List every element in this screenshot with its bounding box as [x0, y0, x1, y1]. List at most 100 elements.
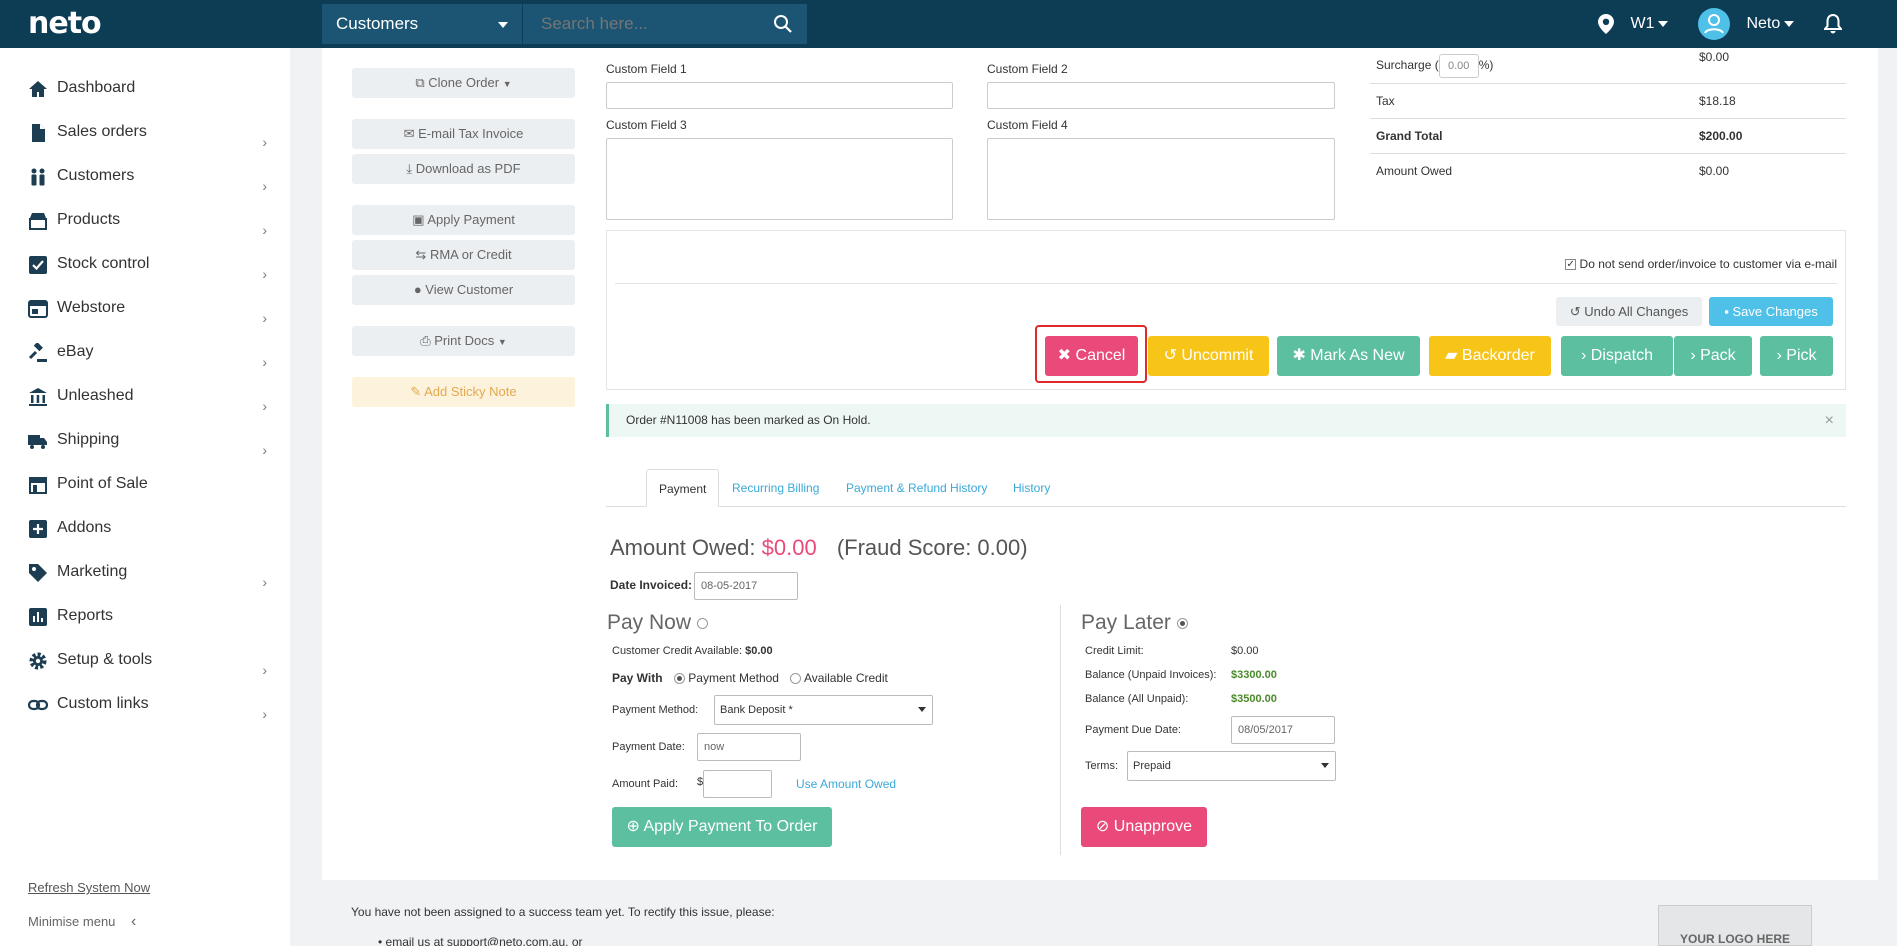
pay-now-radio[interactable]: [696, 617, 708, 629]
view-customer-button[interactable]: ● View Customer: [352, 275, 575, 305]
payment-tabs: Payment Recurring Billing Payment & Refu…: [606, 469, 1846, 507]
sidebar-item-custom-links[interactable]: Custom links ›: [26, 686, 271, 722]
tab-payment-refund-history[interactable]: Payment & Refund History: [834, 469, 999, 507]
date-invoiced-input[interactable]: 08-05-2017: [694, 572, 798, 600]
sidebar-item-marketing[interactable]: Marketing ›: [26, 554, 271, 590]
sidebar-item-label: Dashboard: [57, 79, 136, 96]
top-bar: neto Customers W1 Neto: [0, 0, 1897, 48]
sidebar: Dashboard Sales orders › Customers › Produ…: [0, 48, 290, 946]
sidebar-item-sales-orders[interactable]: Sales orders ›: [26, 114, 271, 150]
pick-button[interactable]: › Pick: [1760, 336, 1833, 376]
search-scope-select[interactable]: Customers: [322, 4, 522, 44]
close-icon[interactable]: ×: [1825, 404, 1834, 437]
payment-method-select[interactable]: Bank Deposit *: [714, 695, 933, 725]
support-email-bullet: • email us at support@neto.com.au, or: [378, 935, 583, 946]
uncommit-button[interactable]: ↺ Uncommit: [1148, 336, 1269, 376]
sidebar-item-unleashed[interactable]: Unleashed ›: [26, 378, 271, 414]
user-menu[interactable]: Neto: [1698, 0, 1795, 48]
clone-order-label: Clone Order: [428, 75, 500, 90]
available-credit-radio[interactable]: [790, 673, 802, 685]
avatar-icon: [1698, 7, 1730, 40]
minimise-menu-button[interactable]: Minimise menu ‹: [28, 913, 136, 931]
bell-icon[interactable]: [1824, 14, 1842, 34]
amount-paid-input[interactable]: [703, 770, 772, 798]
pack-button[interactable]: › Pack: [1674, 336, 1752, 376]
sidebar-item-setup-tools[interactable]: Setup & tools ›: [26, 642, 271, 678]
search-input[interactable]: [522, 4, 807, 44]
print-docs-button[interactable]: ⎙ Print Docs ▼: [352, 326, 575, 356]
sidebar-item-ebay[interactable]: eBay ›: [26, 334, 271, 370]
amount-owed-value: $0.00: [1699, 164, 1730, 178]
sidebar-item-customers[interactable]: Customers ›: [26, 158, 271, 194]
logo-placeholder[interactable]: YOUR LOGO HERE: [1658, 905, 1812, 946]
chevron-right-icon: ›: [262, 134, 267, 150]
people-icon: [31, 168, 45, 186]
refresh-system-link[interactable]: Refresh System Now: [28, 880, 150, 895]
tab-history[interactable]: History: [1001, 469, 1062, 507]
payment-method-radio[interactable]: [673, 673, 685, 685]
chevron-down-icon: [498, 22, 508, 28]
column-divider: [1060, 605, 1061, 855]
use-amount-owed-link[interactable]: Use Amount Owed: [796, 777, 896, 791]
payment-date-input[interactable]: now: [697, 733, 801, 761]
home-icon: [29, 81, 47, 97]
terms-value: Prepaid: [1133, 760, 1171, 772]
balance-unpaid-label: Balance (Unpaid Invoices):: [1085, 669, 1217, 681]
chart-icon: [29, 608, 47, 626]
sidebar-item-addons[interactable]: Addons: [26, 510, 271, 546]
no-email-checkbox-row[interactable]: ✓ Do not send order/invoice to customer …: [1565, 257, 1837, 271]
email-tax-invoice-button[interactable]: ✉ E-mail Tax Invoice: [352, 119, 575, 149]
save-changes-button[interactable]: ▪ Save Changes: [1709, 297, 1833, 326]
mark-as-new-button[interactable]: ✱ Mark As New: [1277, 336, 1420, 376]
date-invoiced-label: Date Invoiced:: [610, 578, 693, 592]
payment-due-date-input[interactable]: 08/05/2017: [1231, 716, 1335, 744]
custom-field-4-textarea[interactable]: [987, 138, 1335, 220]
checkbox-icon: [29, 256, 47, 274]
tab-payment[interactable]: Payment: [646, 469, 720, 507]
sidebar-item-reports[interactable]: Reports: [26, 598, 271, 634]
download-pdf-button[interactable]: ⤓ Download as PDF: [352, 154, 575, 184]
search-icon[interactable]: [773, 14, 793, 34]
mark-new-label: Mark As New: [1310, 347, 1405, 364]
sidebar-item-label: Webstore: [57, 299, 126, 316]
custom-field-1-input[interactable]: [606, 82, 953, 109]
truck-icon: [28, 435, 47, 449]
tab-recurring-billing[interactable]: Recurring Billing: [720, 469, 831, 507]
backorder-button[interactable]: ▰ Backorder: [1429, 336, 1551, 376]
custom-field-3-textarea[interactable]: [606, 138, 953, 220]
sidebar-item-shipping[interactable]: Shipping ›: [26, 422, 271, 458]
location-selector[interactable]: W1: [1598, 0, 1669, 48]
print-label: Print Docs: [434, 333, 495, 348]
apply-payment-to-order-button[interactable]: ⊕ Apply Payment To Order: [612, 807, 832, 847]
cancel-order-button[interactable]: ✖ Cancel: [1045, 336, 1138, 376]
tax-row: Tax $18.18: [1370, 84, 1846, 119]
balance-unpaid-value: $3300.00: [1231, 669, 1277, 681]
neto-logo[interactable]: neto: [28, 6, 102, 41]
surcharge-percent-input[interactable]: 0.00: [1438, 54, 1479, 78]
chevron-down-icon: [1658, 20, 1669, 27]
sidebar-item-stock-control[interactable]: Stock control ›: [26, 246, 271, 282]
sidebar-item-products[interactable]: Products ›: [26, 202, 271, 238]
custom-field-2-input[interactable]: [987, 82, 1335, 109]
undo-changes-button[interactable]: ↺ Undo All Changes: [1556, 297, 1702, 326]
sidebar-item-webstore[interactable]: Webstore ›: [26, 290, 271, 326]
pay-with-row: Pay With Payment Method Available Credit: [612, 671, 888, 685]
sidebar-item-label: Setup & tools: [57, 651, 153, 668]
add-sticky-note-button[interactable]: ✎ Add Sticky Note: [352, 377, 575, 407]
sidebar-item-label: Custom links: [57, 695, 149, 712]
apply-payment-button[interactable]: ▣ Apply Payment: [352, 205, 575, 235]
pay-later-radio[interactable]: [1176, 617, 1188, 629]
no-email-checkbox[interactable]: ✓: [1565, 259, 1577, 271]
unapprove-button[interactable]: ⊘ Unapprove: [1081, 807, 1207, 847]
chevron-right-icon: ›: [262, 222, 267, 238]
dispatch-button[interactable]: › Dispatch: [1561, 336, 1673, 376]
clone-order-button[interactable]: ⧉ Clone Order ▼: [352, 68, 575, 98]
sidebar-item-dashboard[interactable]: Dashboard: [26, 70, 271, 106]
terms-select[interactable]: Prepaid: [1127, 751, 1336, 781]
rma-credit-button[interactable]: ⇆ RMA or Credit: [352, 240, 575, 270]
sidebar-item-label: Products: [57, 211, 121, 228]
download-icon: ⤓: [406, 161, 416, 176]
sidebar-item-point-of-sale[interactable]: Point of Sale: [26, 466, 271, 502]
undo-icon: ↺: [1569, 304, 1585, 319]
folder-icon: ▰: [1445, 347, 1462, 364]
